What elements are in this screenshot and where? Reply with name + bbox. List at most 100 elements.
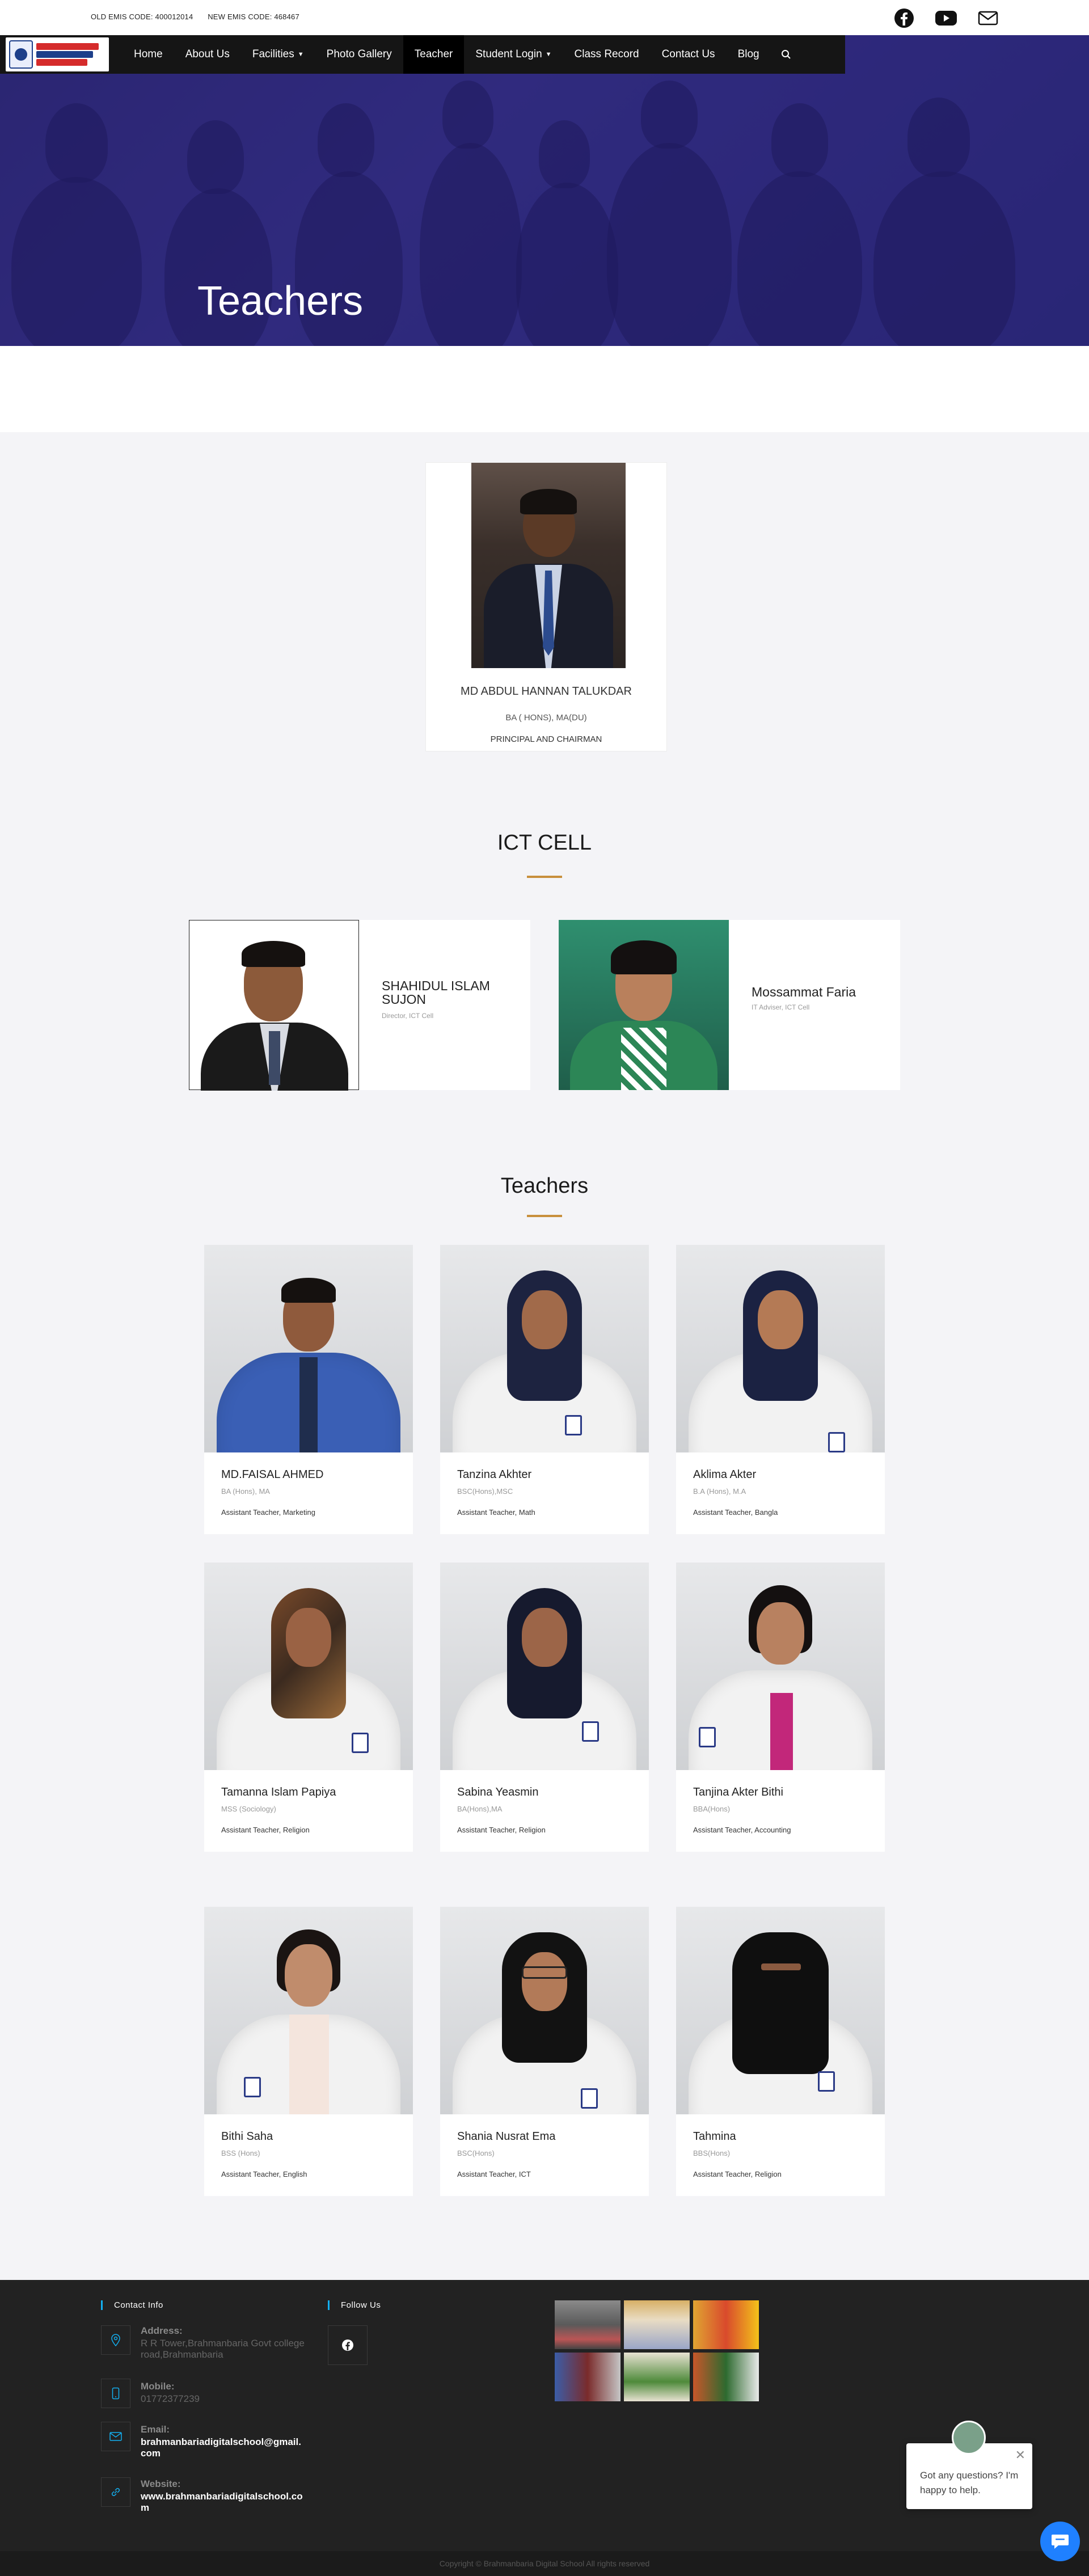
- nav-class-record[interactable]: Class Record: [563, 35, 651, 74]
- ict-member-card: SHAHIDUL ISLAM SUJON Director, ICT Cell: [189, 920, 530, 1091]
- ict-member-name: Mossammat Faria: [752, 985, 856, 999]
- spacer-section: [0, 346, 1089, 432]
- teacher-name: MD.FAISAL AHMED: [221, 1468, 324, 1481]
- teacher-photo: [204, 1245, 413, 1452]
- nav-student-login[interactable]: Student Login ▼: [464, 35, 563, 74]
- teacher-name: Sabina Yeasmin: [457, 1786, 539, 1798]
- teacher-photo: [204, 1563, 413, 1770]
- facebook-icon[interactable]: [328, 2325, 368, 2365]
- facebook-icon[interactable]: [894, 8, 914, 28]
- youtube-icon[interactable]: [935, 8, 957, 28]
- teacher-degree: BSC(Hons): [457, 2149, 495, 2157]
- gallery-thumbnail[interactable]: [555, 2300, 621, 2349]
- chat-popup[interactable]: ✕ Got any questions? I'm happy to help.: [906, 2421, 1032, 2509]
- gallery-thumbnail[interactable]: [555, 2353, 621, 2401]
- teacher-role: Assistant Teacher, ICT: [457, 2170, 531, 2178]
- teacher-degree: BBA(Hons): [693, 1805, 731, 1813]
- section-divider: [527, 876, 562, 878]
- hero-overlay: [0, 35, 1089, 346]
- teacher-name: Tanzina Akhter: [457, 1468, 532, 1481]
- teacher-role: Assistant Teacher, Bangla: [693, 1508, 778, 1517]
- teacher-role: Assistant Teacher, Accounting: [693, 1826, 791, 1834]
- website-link[interactable]: www.brahmanbariadigitalschool.com: [141, 2491, 305, 2513]
- teachers-heading: Teachers: [500, 1174, 589, 1198]
- gallery-thumbnail[interactable]: [693, 2300, 759, 2349]
- nav-menu: Home About Us Facilities ▼ Photo Gallery …: [123, 35, 801, 74]
- teacher-degree: B.A (Hons), M.A: [693, 1487, 746, 1496]
- website-label: Website:: [141, 2478, 181, 2489]
- follow-us-heading: Follow Us: [328, 2300, 381, 2310]
- chat-button[interactable]: [1040, 2522, 1080, 2561]
- school-emblem-icon: [9, 40, 33, 69]
- page-title: Teachers: [197, 278, 364, 324]
- gallery-thumbnail[interactable]: [624, 2300, 690, 2349]
- nav-contact-us[interactable]: Contact Us: [651, 35, 727, 74]
- teacher-photo: [676, 1563, 885, 1770]
- principal-name: MD ABDUL HANNAN TALUKDAR: [461, 685, 632, 698]
- nav-about-us[interactable]: About Us: [174, 35, 241, 74]
- teacher-card: Shania Nusrat Ema BSC(Hons) Assistant Te…: [440, 1907, 649, 2196]
- search-icon[interactable]: [771, 35, 801, 74]
- teacher-name: Aklima Akter: [693, 1468, 757, 1481]
- teacher-card: Sabina Yeasmin BA(Hons),MA Assistant Tea…: [440, 1563, 649, 1852]
- ict-cell-heading: ICT CELL: [497, 831, 592, 855]
- teacher-name: Tanjina Akter Bithi: [693, 1786, 783, 1798]
- old-emis-code: OLD EMIS CODE: 400012014: [91, 12, 193, 21]
- address-label: Address:: [141, 2325, 183, 2336]
- hero-banner: [0, 35, 1089, 346]
- teacher-role: Assistant Teacher, Math: [457, 1508, 535, 1517]
- teacher-photo: [440, 1907, 649, 2114]
- email-label: Email:: [141, 2424, 170, 2435]
- footer: Contact Info Follow Us Address: R R Towe…: [0, 2280, 1089, 2551]
- teacher-photo: [676, 1907, 885, 2114]
- teacher-role: Assistant Teacher, Religion: [693, 2170, 782, 2178]
- mobile-icon: [101, 2379, 130, 2408]
- top-bar: OLD EMIS CODE: 400012014 NEW EMIS CODE: …: [0, 0, 1089, 35]
- chevron-down-icon: ▼: [545, 51, 552, 58]
- teacher-name: Tamanna Islam Papiya: [221, 1786, 336, 1798]
- mail-icon[interactable]: [978, 8, 998, 28]
- school-logo[interactable]: [6, 37, 109, 71]
- principal-photo: [471, 463, 626, 668]
- teacher-photo: [440, 1245, 649, 1452]
- ict-member-card: Mossammat Faria IT Adviser, ICT Cell: [559, 920, 900, 1090]
- teacher-degree: BBS(Hons): [693, 2149, 731, 2157]
- location-icon: [101, 2325, 130, 2355]
- principal-card: MD ABDUL HANNAN TALUKDAR BA ( HONS), MA(…: [425, 462, 667, 751]
- ict-member-name: SHAHIDUL ISLAM SUJON: [382, 978, 490, 1007]
- teacher-photo: [440, 1563, 649, 1770]
- teacher-degree: BSS (Hons): [221, 2149, 260, 2157]
- chevron-down-icon: ▼: [297, 51, 304, 58]
- gallery-thumbnail[interactable]: [693, 2353, 759, 2401]
- teacher-card: MD.FAISAL AHMED BA (Hons), MA Assistant …: [204, 1245, 413, 1534]
- teacher-role: Assistant Teacher, English: [221, 2170, 307, 2178]
- nav-facilities[interactable]: Facilities ▼: [241, 35, 315, 74]
- principal-degree: BA ( HONS), MA(DU): [505, 713, 587, 723]
- principal-role: PRINCIPAL AND CHAIRMAN: [490, 734, 602, 744]
- mobile-label: Mobile:: [141, 2381, 175, 2392]
- nav-home[interactable]: Home: [123, 35, 174, 74]
- teacher-card: Tahmina BBS(Hons) Assistant Teacher, Rel…: [676, 1907, 885, 2196]
- close-icon[interactable]: ✕: [1015, 2448, 1025, 2463]
- main-navigation: Home About Us Facilities ▼ Photo Gallery …: [0, 35, 845, 74]
- ict-member-role: IT Adviser, ICT Cell: [752, 1003, 810, 1011]
- email-icon: [101, 2422, 130, 2451]
- teacher-degree: BSC(Hons),MSC: [457, 1487, 513, 1496]
- contact-info-heading: Contact Info: [101, 2300, 163, 2310]
- gallery-thumbnail[interactable]: [624, 2353, 690, 2401]
- social-links: [894, 8, 998, 28]
- teacher-photo: [204, 1907, 413, 2114]
- section-divider: [527, 1215, 562, 1217]
- ict-member-role: Director, ICT Cell: [382, 1012, 434, 1020]
- teacher-name: Shania Nusrat Ema: [457, 2130, 556, 2143]
- avatar: [952, 2421, 986, 2455]
- nav-teacher[interactable]: Teacher: [403, 35, 465, 74]
- email-link[interactable]: brahmanbariadigitalschool@gmail.com: [141, 2436, 305, 2459]
- teacher-degree: MSS (Sociology): [221, 1805, 276, 1813]
- teacher-role: Assistant Teacher, Religion: [457, 1826, 546, 1834]
- teacher-photo: [676, 1245, 885, 1452]
- teacher-card: Aklima Akter B.A (Hons), M.A Assistant T…: [676, 1245, 885, 1534]
- new-emis-code: NEW EMIS CODE: 468467: [208, 12, 299, 21]
- nav-photo-gallery[interactable]: Photo Gallery: [315, 35, 403, 74]
- nav-blog[interactable]: Blog: [727, 35, 771, 74]
